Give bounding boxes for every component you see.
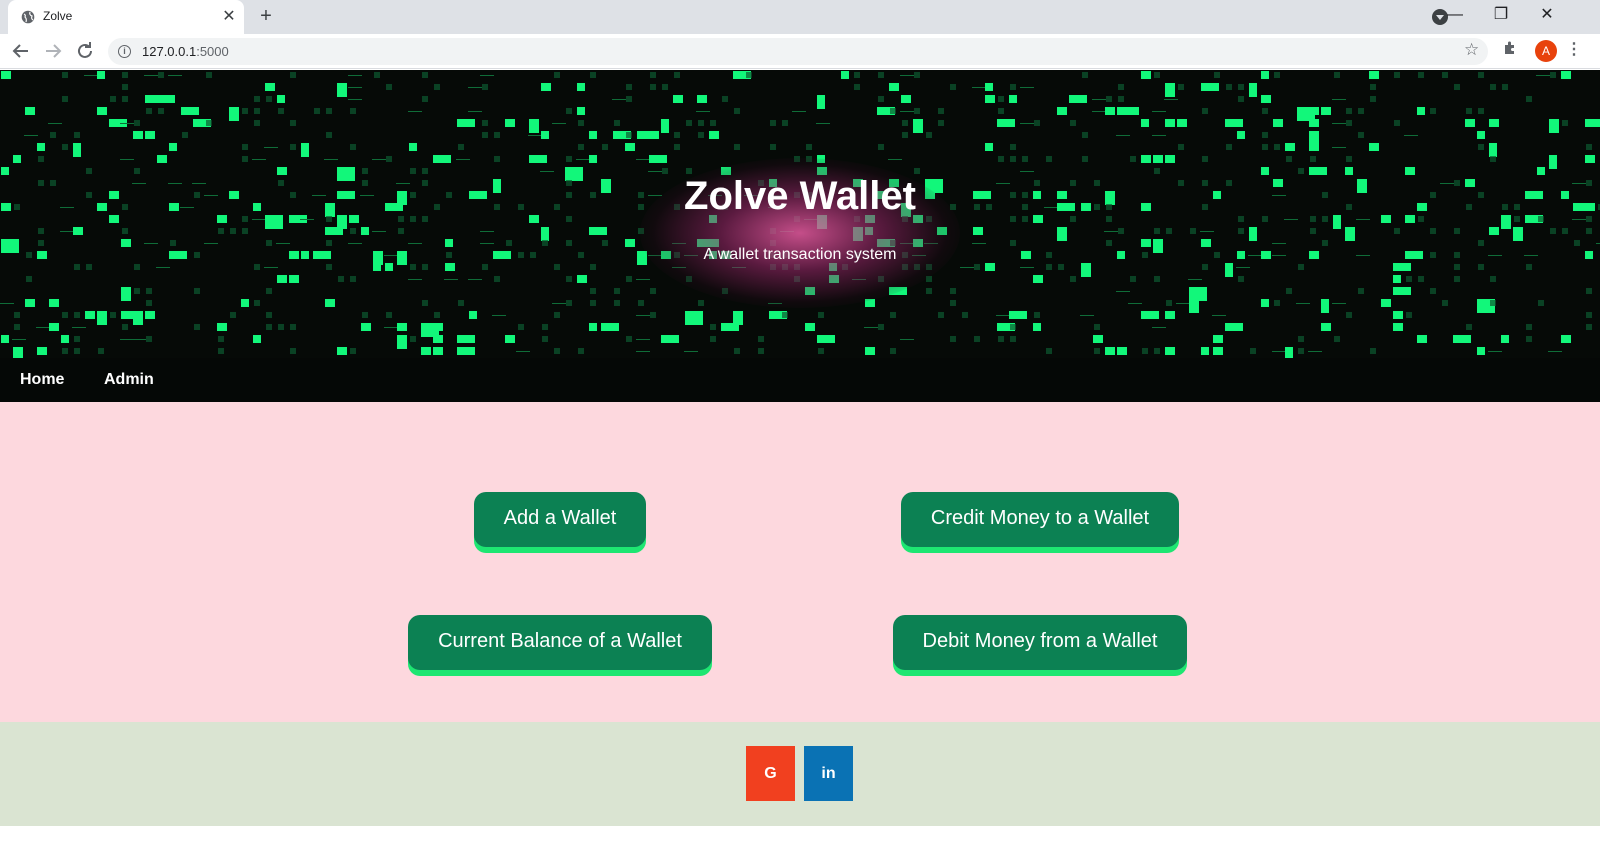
minimize-button[interactable]: — (1432, 0, 1478, 30)
main-actions: Add a Wallet Credit Money to a Wallet Cu… (0, 402, 1600, 722)
google-icon: G (764, 765, 777, 782)
debit-money-button[interactable]: Debit Money from a Wallet (893, 615, 1187, 670)
google-button[interactable]: G (746, 746, 795, 801)
url-text: 127.0.0.1:5000 (142, 44, 229, 59)
navbar: Home Admin (0, 358, 1600, 402)
restore-button[interactable]: ❐ (1478, 0, 1524, 30)
reload-icon[interactable] (73, 39, 97, 63)
tab-title: Zolve (43, 9, 73, 23)
page-subtitle: A wallet transaction system (703, 246, 897, 263)
browser-toolbar: i 127.0.0.1:5000 ☆ A ⋮ (0, 34, 1600, 69)
info-icon[interactable]: i (118, 45, 131, 58)
window-close-button[interactable]: ✕ (1524, 0, 1570, 30)
footer: G in (0, 722, 1600, 826)
extensions-icon[interactable] (1503, 40, 1519, 61)
forward-icon[interactable] (41, 39, 65, 63)
add-wallet-button[interactable]: Add a Wallet (474, 492, 646, 547)
avatar[interactable]: A (1535, 40, 1557, 62)
back-icon[interactable] (9, 39, 33, 63)
hero-banner: Zolve Wallet A wallet transaction system (0, 70, 1600, 358)
linkedin-icon: in (821, 765, 836, 782)
menu-icon[interactable]: ⋮ (1566, 39, 1582, 59)
page-title: Zolve Wallet (684, 174, 916, 218)
nav-admin-link[interactable]: Admin (104, 371, 154, 389)
browser-tab[interactable]: Zolve ✕ (8, 0, 244, 34)
linkedin-button[interactable]: in (804, 746, 853, 801)
close-icon[interactable]: ✕ (220, 8, 238, 26)
nav-home-link[interactable]: Home (20, 371, 64, 389)
current-balance-button[interactable]: Current Balance of a Wallet (408, 615, 712, 670)
address-bar[interactable]: i 127.0.0.1:5000 ☆ (108, 38, 1488, 65)
plus-icon[interactable]: + (256, 6, 276, 26)
credit-money-button[interactable]: Credit Money to a Wallet (901, 492, 1179, 547)
globe-icon (21, 10, 35, 24)
star-icon[interactable]: ☆ (1464, 40, 1479, 60)
browser-tab-bar: Zolve ✕ + — ❐ ✕ (0, 0, 1600, 34)
